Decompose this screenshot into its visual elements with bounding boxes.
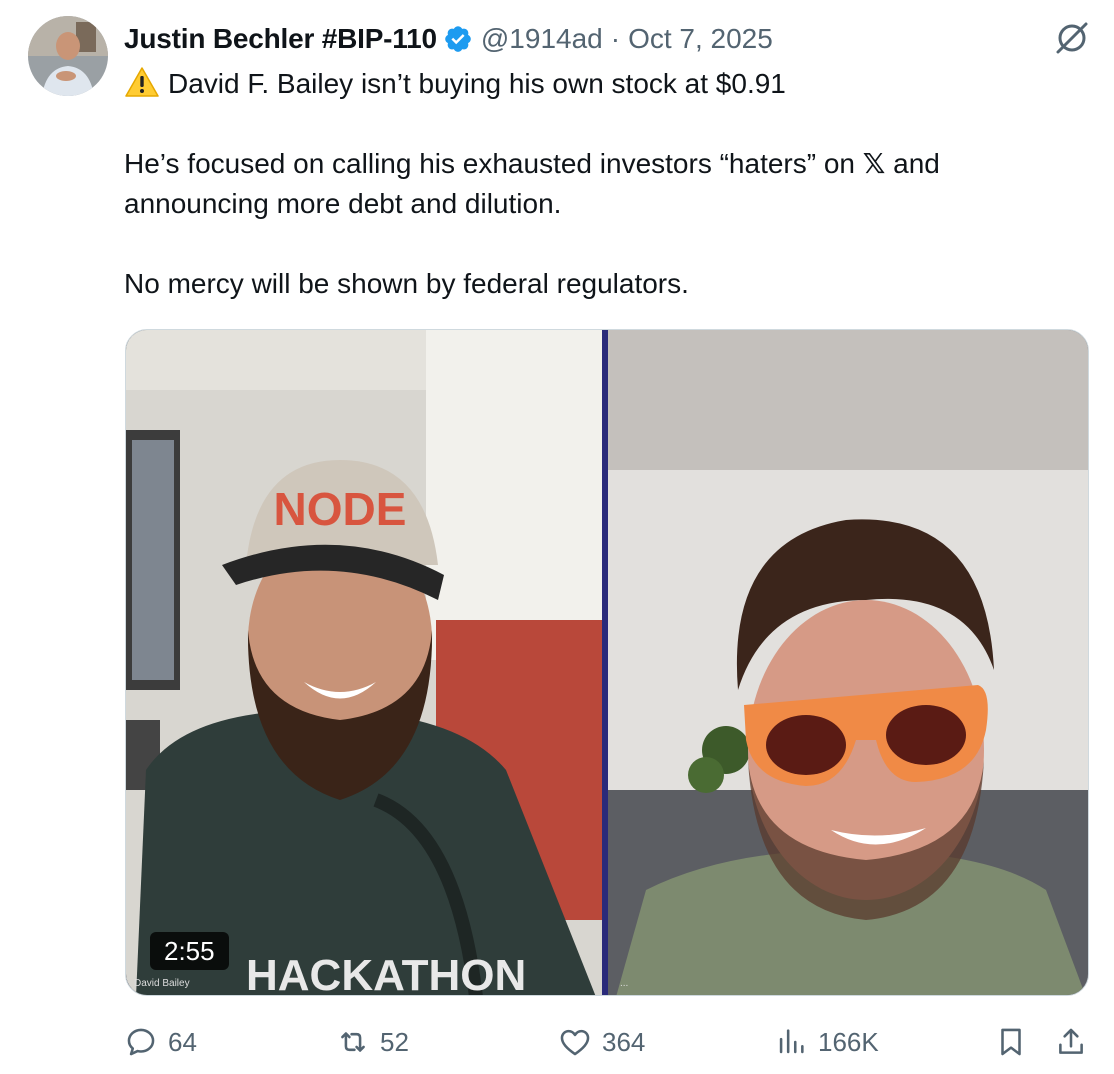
tweet-paragraph-2: He’s focused on calling his exhausted in… (124, 144, 1064, 224)
repost-icon (341, 1032, 365, 1052)
tweet-timestamp[interactable]: Oct 7, 2025 (628, 23, 773, 55)
tweet-paragraph-3: No mercy will be shown by federal regula… (124, 264, 1064, 304)
tweet-line-2a: He’s focused on calling his exhausted in… (124, 148, 863, 179)
video-duration: 2:55 (150, 932, 229, 970)
views-button[interactable]: 166K (774, 1022, 879, 1062)
avatar[interactable] (28, 16, 108, 96)
tweet-text: David F. Bailey isn’t buying his own sto… (124, 64, 1064, 304)
author-display-name[interactable]: Justin Bechler #BIP-110 (124, 23, 437, 55)
right-participant-caption: ... (620, 978, 629, 989)
grok-icon[interactable] (1054, 20, 1090, 56)
repost-count: 52 (380, 1026, 409, 1057)
tweet-line-1: David F. Bailey isn’t buying his own sto… (168, 68, 786, 99)
shirt-text: HACKATHON (246, 951, 526, 996)
cap-text: NODE (274, 483, 407, 535)
video-frame: NODE HACKATHON (126, 330, 1088, 996)
x-logo-icon: 𝕏 (862, 148, 886, 179)
reply-count: 64 (168, 1026, 197, 1057)
tweet-paragraph-1: David F. Bailey isn’t buying his own sto… (124, 64, 1064, 104)
tweet-header: Justin Bechler #BIP-110 @1914ad · Oct 7,… (124, 20, 1014, 58)
tweet-actions: 64 52 364 166K (124, 1022, 1094, 1062)
share-icon (1059, 1028, 1083, 1054)
reply-icon (127, 1028, 155, 1056)
bookmark-icon (1001, 1028, 1021, 1056)
views-icon (779, 1029, 804, 1054)
tweet-line-3: No mercy will be shown by federal regula… (124, 268, 689, 299)
like-button[interactable]: 364 (558, 1022, 645, 1062)
like-count: 364 (602, 1026, 646, 1057)
warning-icon (124, 66, 160, 98)
heart-icon (560, 1029, 590, 1056)
share-button[interactable] (1054, 1022, 1088, 1062)
repost-button[interactable]: 52 (336, 1022, 409, 1062)
video-player[interactable]: NODE HACKATHON 2:55 David Bailey ... (125, 329, 1089, 996)
author-handle[interactable]: @1914ad (481, 23, 603, 55)
verified-badge-icon (443, 24, 473, 54)
view-count: 166K (818, 1026, 879, 1057)
bookmark-button[interactable] (994, 1022, 1028, 1062)
header-separator: · (610, 23, 621, 54)
left-participant-caption: David Bailey (134, 978, 190, 989)
reply-button[interactable]: 64 (124, 1022, 197, 1062)
